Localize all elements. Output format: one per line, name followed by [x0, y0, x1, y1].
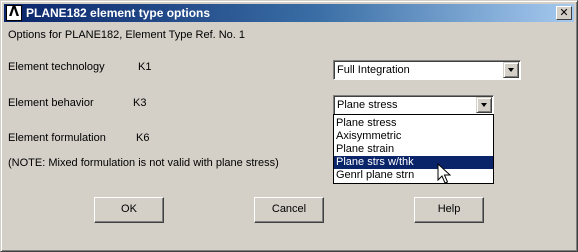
help-button[interactable]: Help — [414, 197, 484, 223]
formulation-note: (NOTE: Mixed formulation is not valid wi… — [8, 157, 279, 169]
element-formulation-key: K6 — [136, 132, 150, 144]
dropdown-option[interactable]: Axisymmetric — [334, 130, 493, 143]
ok-button[interactable]: OK — [94, 197, 164, 223]
cancel-button[interactable]: Cancel — [254, 197, 324, 223]
element-behavior-key: K3 — [133, 97, 147, 109]
dropdown-option[interactable]: Plane strain — [334, 143, 493, 156]
title-bar[interactable]: Λ PLANE182 element type options ✕ — [4, 4, 574, 22]
close-icon: ✕ — [559, 6, 569, 19]
element-technology-key: K1 — [138, 61, 152, 73]
element-technology-label: Element technology — [8, 61, 105, 73]
window-title: PLANE182 element type options — [26, 6, 211, 20]
element-behavior-select[interactable]: Plane stress — [333, 95, 494, 115]
element-technology-select[interactable]: Full Integration — [333, 60, 521, 80]
chevron-down-icon[interactable] — [503, 62, 519, 78]
element-behavior-value: Plane stress — [337, 99, 398, 111]
arrow-pointer-icon — [437, 163, 451, 184]
element-behavior-label: Element behavior — [8, 97, 94, 109]
dropdown-option[interactable]: Genrl plane strn — [334, 169, 493, 182]
dialog-header: Options for PLANE182, Element Type Ref. … — [8, 29, 246, 41]
element-technology-value: Full Integration — [337, 64, 410, 76]
close-button[interactable]: ✕ — [556, 6, 572, 20]
dropdown-option-highlighted[interactable]: Plane strs w/thk — [334, 156, 493, 169]
dropdown-option[interactable]: Plane stress — [334, 117, 493, 130]
element-formulation-label: Element formulation — [8, 132, 106, 144]
ansys-logo-icon: Λ — [6, 5, 22, 21]
chevron-down-icon[interactable] — [476, 97, 492, 113]
behavior-dropdown-list[interactable]: Plane stress Axisymmetric Plane strain P… — [333, 114, 494, 184]
